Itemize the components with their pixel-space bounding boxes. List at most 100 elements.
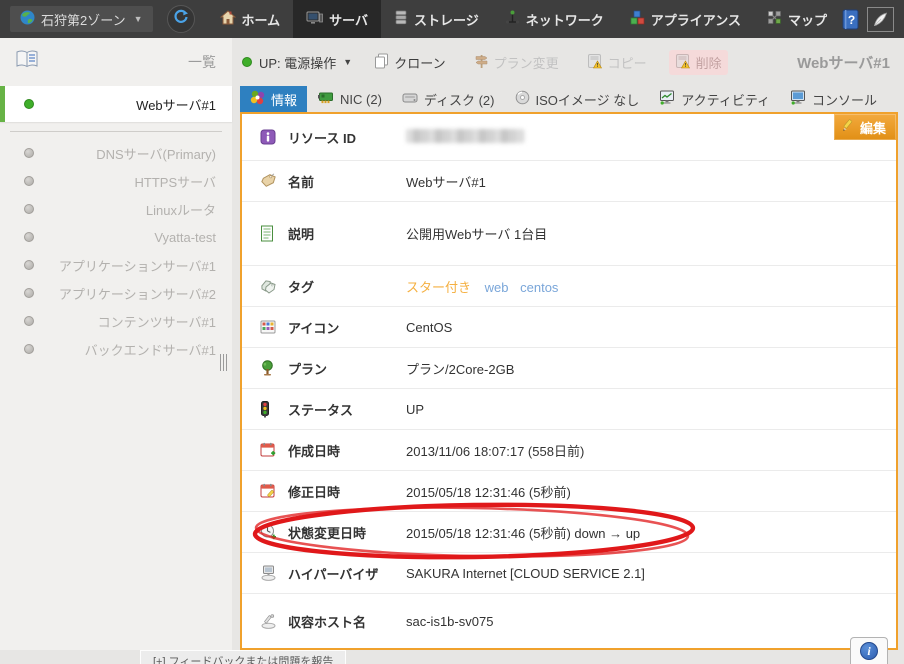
feedback-quill-button[interactable] [867,7,894,32]
delete-warning-icon: ! [675,53,691,72]
list-icon[interactable] [16,50,38,74]
status-traffic-light-icon [260,401,280,418]
sidebar-item-linux-router[interactable]: Linuxルータ [0,195,232,223]
tab-console[interactable]: コンソール [780,86,887,112]
field-label: リソース ID [288,128,406,147]
sidebar-item-webserver1[interactable]: Webサーバ#1 [0,86,232,122]
nav-label: アプライアンス [651,10,741,29]
field-value: 2015/05/18 12:31:46 (5秒前) down → up [406,523,640,542]
tab-info[interactable]: 情報 [240,86,307,112]
console-monitor-icon [790,90,806,108]
power-operations-button[interactable]: UP: 電源操作 ▼ [242,53,352,72]
info-row-plan: プラン プラン/2Core-2GB [242,347,896,388]
resource-id-icon [260,129,280,145]
quill-icon [872,11,889,28]
sidebar-item-content-server1[interactable]: コンテンツサーバ#1 [0,307,232,335]
status-down-dot [24,260,34,270]
field-value: CentOS [406,320,452,335]
info-row-icon: アイコン CentOS [242,306,896,347]
network-icon [505,10,520,28]
sidebar-item-app-server1[interactable]: アプリケーションサーバ#1 [0,251,232,279]
status-down-dot [24,344,34,354]
sidebar-item-backend-server1[interactable]: バックエンドサーバ#1 [0,335,232,363]
home-icon [220,10,236,28]
nav-item-storage[interactable]: ストレージ [381,0,492,38]
edit-button[interactable]: 編集 [834,114,896,140]
storage-icon [394,10,408,28]
field-label: 説明 [288,224,406,243]
nav-item-map[interactable]: マップ [754,0,840,38]
disk-icon [402,92,418,107]
info-row-created-at: 作成日時 2013/11/06 18:07:17 (558日前) [242,429,896,470]
svg-text:?: ? [848,13,855,27]
feedback-link[interactable]: [+] フィードバックまたは問題を報告 [140,650,346,664]
info-row-host-name: 収容ホスト名 sac-is1b-sv075 [242,593,896,648]
clone-label: クローン [394,53,445,72]
field-value: UP [406,402,424,417]
info-fab-button[interactable]: i [850,637,888,664]
detail-tabs: 情報 NIC (2) ディスク (2) [240,86,898,112]
nav-label: マップ [788,10,827,29]
pencil-icon [842,119,855,135]
status-down-dot [24,176,34,186]
plan-change-button[interactable]: プラン変更 [468,50,565,75]
zone-label: 石狩第2ゾーン [41,10,126,29]
nav-label: ホーム [242,10,281,29]
server-info-panel: 編集 リソース ID 名前 Webサーバ#1 [240,112,898,650]
help-button[interactable]: ? [842,9,859,30]
zone-selector[interactable]: 石狩第2ゾーン ▼ [10,6,153,32]
sidebar-item-dns-server[interactable]: DNSサーバ(Primary) [0,139,232,167]
delete-label: 削除 [696,53,722,72]
nav-item-home[interactable]: ホーム [207,0,294,38]
info-row-status: ステータス UP [242,388,896,429]
field-label: プラン [288,359,406,378]
tab-nic[interactable]: NIC (2) [307,86,392,112]
feedback-label: [+] フィードバックまたは問題を報告 [153,656,333,664]
name-tag-icon [260,173,280,189]
delete-button[interactable]: ! 削除 [669,50,728,75]
field-label: 収容ホスト名 [288,612,406,631]
host-icon [260,613,280,629]
sidebar-resize-grip[interactable] [220,354,229,371]
nav-item-network[interactable]: ネットワーク [492,0,617,38]
sidebar-item-app-server2[interactable]: アプリケーションサーバ#2 [0,279,232,307]
info-row-resource-id: リソース ID [242,114,896,160]
copy-label: コピー [608,53,647,72]
tab-disk[interactable]: ディスク (2) [392,86,505,112]
redacted-block [406,129,524,143]
map-icon [767,10,782,28]
server-list-sidebar: 一覧 Webサーバ#1 DNSサーバ(Primary) HTTPSサーバ Lin… [0,38,232,650]
server-name: コンテンツサーバ#1 [98,312,216,331]
activity-monitor-icon [659,90,675,108]
tab-iso-image[interactable]: ISOイメージ なし [505,86,650,112]
tag-centos[interactable]: centos [520,280,558,295]
tag-star[interactable]: スター付き [406,280,471,295]
tag-web[interactable]: web [485,280,509,295]
tab-label: 情報 [271,90,297,109]
tab-label: ISOイメージ なし [536,90,640,109]
copy-button[interactable]: ! コピー [581,50,653,75]
nav-item-server[interactable]: サーバ [293,0,381,38]
sidebar-item-vyatta-test[interactable]: Vyatta-test [0,223,232,251]
field-label: タグ [288,277,406,296]
info-row-description: 説明 公開用Webサーバ 1台目 [242,201,896,265]
chevron-down-icon: ▼ [134,14,143,24]
sidebar-item-https-server[interactable]: HTTPSサーバ [0,167,232,195]
edit-label: 編集 [860,118,886,137]
info-row-tags: タグ スター付き web centos [242,265,896,306]
refresh-button[interactable] [167,5,195,33]
nav-item-appliance[interactable]: アプライアンス [617,0,754,38]
clone-button[interactable]: クローン [368,50,451,75]
status-down-dot [24,204,34,214]
tab-activity[interactable]: アクティビティ [649,86,780,112]
clock-add-icon [260,524,280,541]
signpost-icon [474,53,489,72]
status-down-dot [24,288,34,298]
nav-label: ストレージ [414,10,479,29]
field-label: 修正日時 [288,482,406,501]
tab-label: NIC (2) [340,92,382,107]
field-label: ハイパーバイザ [288,564,406,583]
sidebar-title: 一覧 [188,52,216,72]
info-pinwheel-icon [250,90,265,108]
server-icon [306,10,323,28]
